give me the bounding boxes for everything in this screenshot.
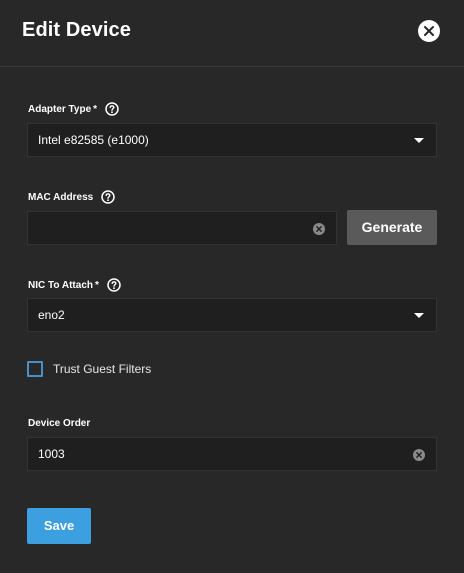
help-icon[interactable] (107, 278, 121, 292)
nic-to-attach-required-mark: * (95, 279, 99, 291)
chevron-down-icon (414, 313, 424, 318)
mac-address-field[interactable] (27, 211, 337, 245)
generate-button[interactable]: Generate (347, 210, 437, 245)
mac-address-label-text: MAC Address (28, 191, 94, 203)
chevron-down-icon (414, 138, 424, 143)
help-icon[interactable] (101, 190, 115, 204)
help-icon[interactable] (105, 102, 119, 116)
save-button[interactable]: Save (27, 508, 91, 544)
edit-device-dialog: Edit Device Adapter Type * Intel e82585 … (0, 0, 464, 573)
trust-guest-filters-label: Trust Guest Filters (53, 362, 152, 376)
dialog-header: Edit Device (0, 0, 464, 67)
nic-to-attach-label: NIC To Attach * (28, 277, 121, 293)
adapter-type-value: Intel e82585 (e1000) (38, 133, 149, 147)
mac-address-label: MAC Address (28, 189, 115, 205)
trust-guest-filters-checkbox[interactable] (27, 361, 43, 377)
nic-to-attach-value: eno2 (38, 308, 65, 322)
clear-icon[interactable] (413, 449, 425, 461)
mac-address-input[interactable] (28, 212, 336, 244)
adapter-type-required-mark: * (93, 103, 98, 115)
adapter-type-select[interactable]: Intel e82585 (e1000) (27, 123, 437, 157)
adapter-type-label: Adapter Type * (28, 101, 119, 117)
device-order-label-text: Device Order (28, 417, 91, 429)
clear-icon[interactable] (313, 223, 325, 235)
device-order-field[interactable] (27, 437, 437, 471)
nic-to-attach-label-text: NIC To Attach (28, 279, 93, 291)
dialog-title: Edit Device (22, 19, 131, 41)
close-button[interactable] (418, 20, 440, 42)
trust-guest-filters-row: Trust Guest Filters (27, 361, 151, 377)
nic-to-attach-select[interactable]: eno2 (27, 298, 437, 332)
adapter-type-label-text: Adapter Type (28, 103, 92, 115)
close-icon (424, 26, 434, 36)
device-order-label: Device Order (28, 415, 90, 431)
device-order-input[interactable] (28, 438, 436, 470)
